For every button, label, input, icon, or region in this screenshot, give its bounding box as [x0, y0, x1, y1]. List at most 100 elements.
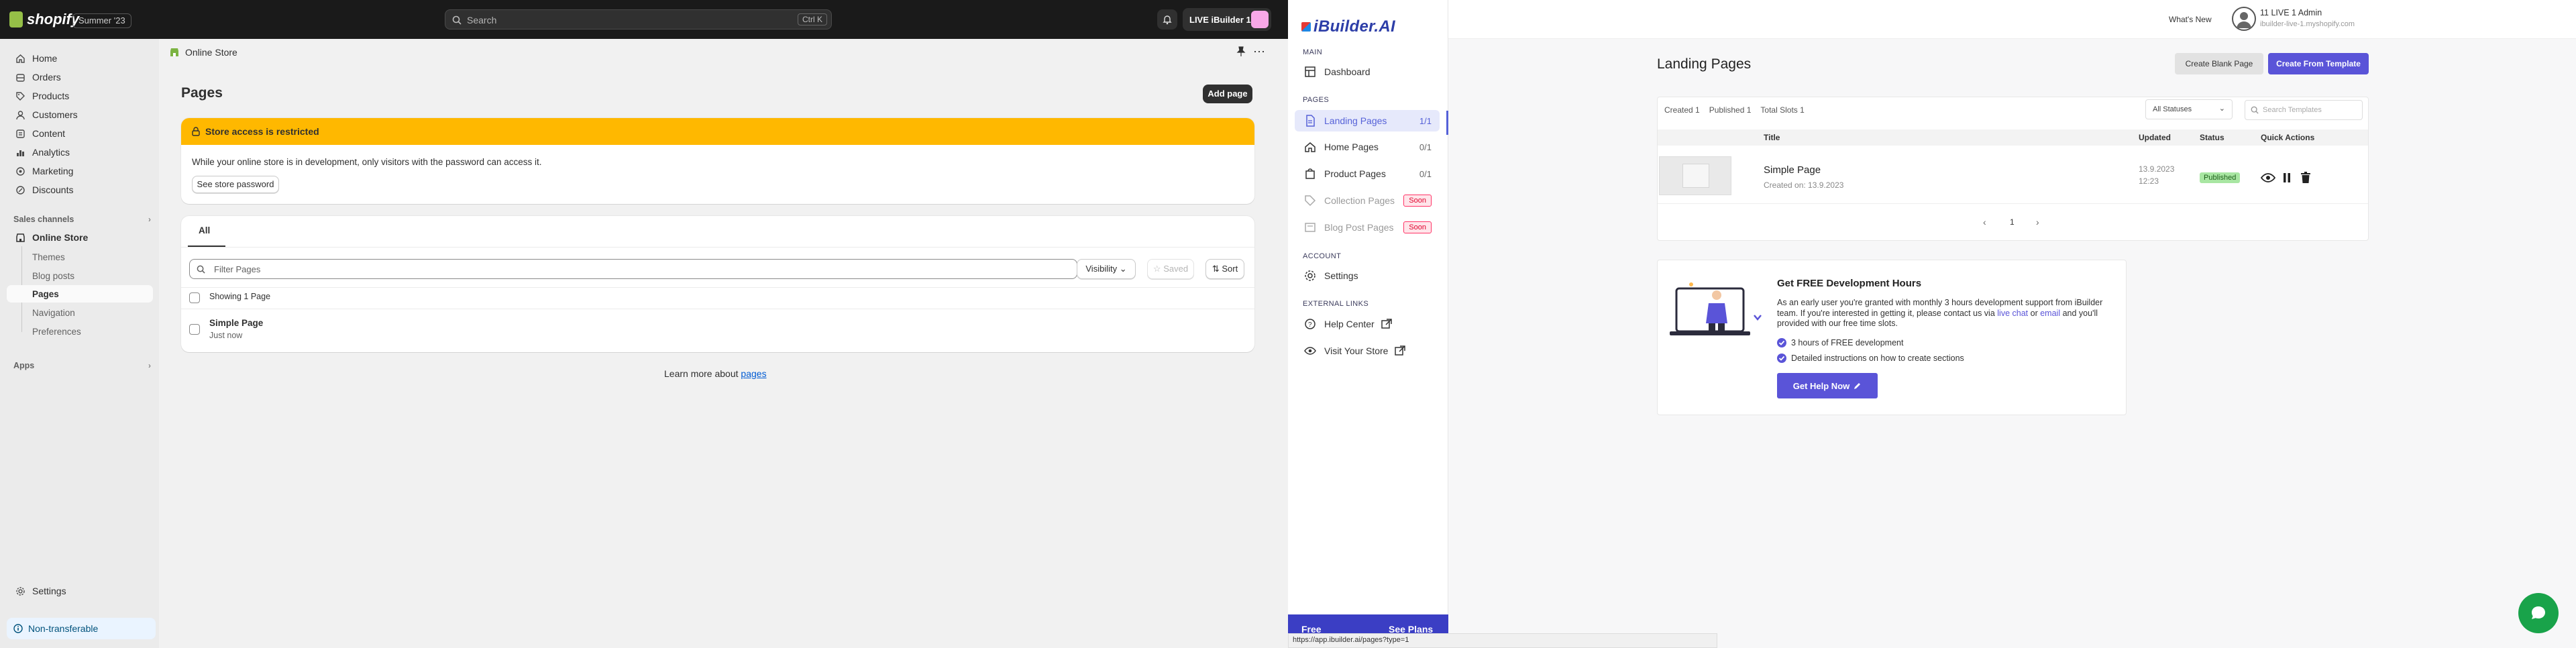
store-name: LIVE iBuilder 1 [1189, 15, 1251, 25]
ib-nav-product-pages[interactable]: Product Pages 0/1 [1295, 163, 1440, 184]
nav-customers[interactable]: Customers [7, 106, 153, 123]
thumbnail-preview [1682, 164, 1709, 188]
nav-label: Customers [32, 109, 78, 120]
pagination-prev-icon[interactable]: ‹ [1983, 217, 1986, 227]
avatar[interactable] [2232, 7, 2256, 31]
developer-illustration [1664, 276, 1765, 350]
sort-button[interactable]: ⇅ Sort [1205, 259, 1244, 279]
nav-marketing[interactable]: Marketing [7, 162, 153, 180]
non-transferable-banner[interactable]: Non-transferable [7, 618, 156, 639]
search-templates-input[interactable]: Search Templates [2245, 100, 2363, 120]
nav-settings[interactable]: Settings [7, 582, 153, 600]
breadcrumb-label: Online Store [185, 47, 237, 58]
subnav-blog-posts[interactable]: Blog posts [7, 267, 153, 284]
row-checkbox[interactable] [189, 324, 200, 335]
whats-new-link[interactable]: What's New [2169, 15, 2212, 24]
ib-nav-visit-store[interactable]: Visit Your Store [1295, 340, 1440, 362]
home-icon [15, 53, 25, 64]
see-store-password-button[interactable]: See store password [192, 176, 279, 193]
info-icon [13, 624, 23, 633]
chevron-down-icon: ⌄ [2218, 105, 2225, 113]
nav-label: Orders [32, 72, 61, 83]
showing-count: Showing 1 Page [209, 292, 271, 301]
ibuilder-logo[interactable]: iBuilder.AI [1301, 17, 1395, 36]
live-chat-button[interactable] [2518, 593, 2559, 633]
ib-nav-dashboard[interactable]: Dashboard [1295, 61, 1440, 83]
pin-icon[interactable] [1236, 46, 1246, 57]
row-title[interactable]: Simple Page [209, 318, 263, 328]
table-row[interactable]: Simple Page Created on: 13.9.2023 13.9.2… [1658, 150, 2368, 202]
free-dev-hours-card: Get FREE Development Hours As an early u… [1657, 260, 2127, 415]
pencil-icon [1854, 383, 1861, 389]
filter-pages-input[interactable]: Filter Pages [189, 259, 1077, 279]
chevron-right-icon: › [148, 361, 151, 370]
nav-analytics[interactable]: Analytics [7, 144, 153, 161]
promo-bullet: 3 hours of FREE development [1777, 338, 1903, 347]
subnav-preferences[interactable]: Preferences [7, 323, 153, 340]
trash-icon[interactable] [2301, 172, 2310, 184]
pagination-page[interactable]: 1 [2010, 217, 2015, 227]
preview-eye-icon[interactable] [2261, 172, 2275, 183]
page-thumbnail[interactable] [1659, 156, 1731, 195]
status-filter-dropdown[interactable]: All Statuses ⌄ [2145, 99, 2233, 119]
col-updated: Updated [2139, 133, 2171, 142]
row-subtitle: Just now [209, 331, 243, 340]
nav-label: Products [32, 91, 70, 101]
check-circle-icon [1777, 338, 1786, 347]
saved-button[interactable]: ☆ Saved [1147, 259, 1194, 279]
nav-orders[interactable]: Orders [7, 68, 153, 86]
ib-nav-blog-post-pages: Blog Post Pages Soon [1295, 217, 1440, 238]
ib-nav-help-center[interactable]: ? Help Center [1295, 313, 1440, 335]
gear-icon [15, 586, 25, 596]
ib-nav-home-pages[interactable]: Home Pages 0/1 [1295, 136, 1440, 158]
page-title: Landing Pages [1657, 56, 1752, 72]
breadcrumb[interactable]: Online Store [169, 47, 237, 58]
subnav-themes[interactable]: Themes [7, 248, 153, 266]
user-domain: ibuilder-live-1.myshopify.com [2260, 20, 2355, 28]
subnav-navigation[interactable]: Navigation [7, 304, 153, 321]
store-switcher[interactable]: LIVE iBuilder 1 [1183, 8, 1271, 31]
apps-label: Apps [13, 361, 35, 370]
pause-icon[interactable] [2283, 172, 2291, 183]
discount-icon [15, 184, 25, 195]
learn-more: Learn more about pages [664, 368, 767, 379]
create-blank-page-button[interactable]: Create Blank Page [2175, 53, 2263, 74]
more-actions-icon[interactable]: ⋯ [1253, 45, 1266, 59]
bag-icon [1305, 168, 1315, 179]
nav-discounts[interactable]: Discounts [7, 181, 153, 199]
subnav-pages[interactable]: Pages [7, 285, 153, 303]
notifications-button[interactable] [1157, 9, 1177, 30]
pagination-next-icon[interactable]: › [2036, 217, 2039, 227]
select-all-checkbox[interactable] [189, 292, 200, 303]
visibility-dropdown[interactable]: Visibility ⌄ [1077, 259, 1136, 279]
apps-heading[interactable]: Apps › [13, 361, 151, 370]
col-status: Status [2200, 133, 2224, 142]
shopify-logo-icon[interactable] [9, 11, 23, 28]
get-help-now-button[interactable]: Get Help Now [1777, 373, 1878, 398]
sales-channels-heading[interactable]: Sales channels › [13, 215, 151, 224]
nav-home[interactable]: Home [7, 50, 153, 67]
stat-created: Created 1 [1664, 105, 1700, 115]
learn-more-link[interactable]: pages [741, 368, 766, 379]
sort-label: Sort [1222, 264, 1238, 274]
banner-header: Store access is restricted [181, 118, 1254, 145]
nav-online-store[interactable]: Online Store [7, 229, 153, 246]
global-search[interactable]: Search Ctrl K [445, 9, 832, 30]
nav-content[interactable]: Content [7, 125, 153, 142]
live-chat-link[interactable]: live chat [1997, 309, 2028, 318]
ib-nav-landing-pages[interactable]: Landing Pages 1/1 [1295, 110, 1440, 131]
add-page-button[interactable]: Add page [1203, 85, 1252, 103]
orders-icon [15, 72, 25, 83]
non-transferable-label: Non-transferable [28, 623, 99, 634]
row-title[interactable]: Simple Page [1764, 164, 1821, 176]
shopify-logo-text[interactable]: shopify [27, 11, 79, 28]
email-link[interactable]: email [2040, 309, 2060, 318]
nav-label: Content [32, 128, 66, 139]
store-icon [169, 47, 180, 58]
table-row[interactable]: Simple Page Just now [181, 309, 1254, 349]
ib-nav-settings[interactable]: Settings [1295, 265, 1440, 286]
tab-all[interactable]: All [199, 225, 210, 235]
nav-products[interactable]: Products [7, 87, 153, 105]
external-link-icon [1395, 345, 1406, 356]
create-from-template-button[interactable]: Create From Template [2268, 53, 2369, 74]
